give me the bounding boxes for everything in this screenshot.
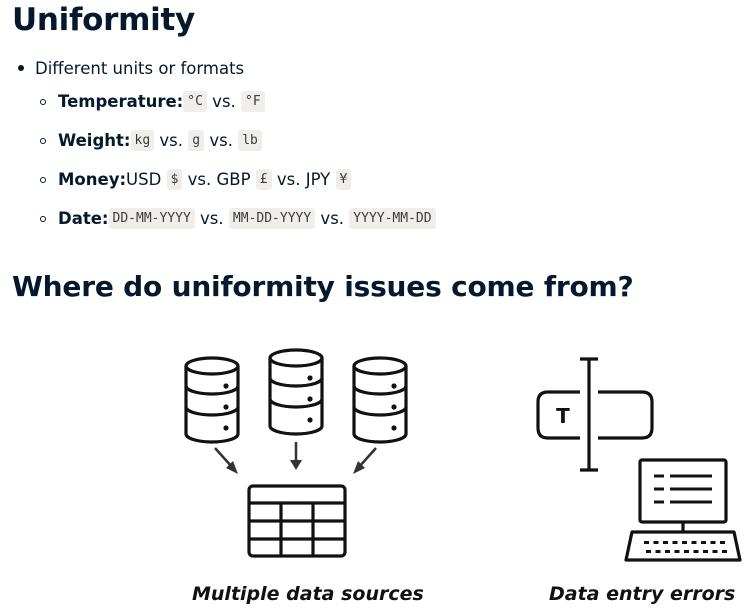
arrow-icon — [353, 447, 377, 474]
database-icon — [184, 356, 240, 444]
table-icon — [247, 484, 347, 558]
database-icon — [352, 356, 408, 444]
text-field-icon: T — [536, 357, 654, 472]
arrow-icon — [214, 447, 238, 474]
caption-multiple-data-sources: Multiple data sources — [192, 583, 424, 605]
illustration: T — [184, 348, 742, 562]
text-field-letter: T — [556, 404, 570, 428]
database-icon — [268, 348, 324, 436]
arrow-icon — [290, 442, 302, 470]
computer-icon — [624, 458, 742, 562]
caption-data-entry-errors: Data entry errors — [549, 583, 736, 605]
